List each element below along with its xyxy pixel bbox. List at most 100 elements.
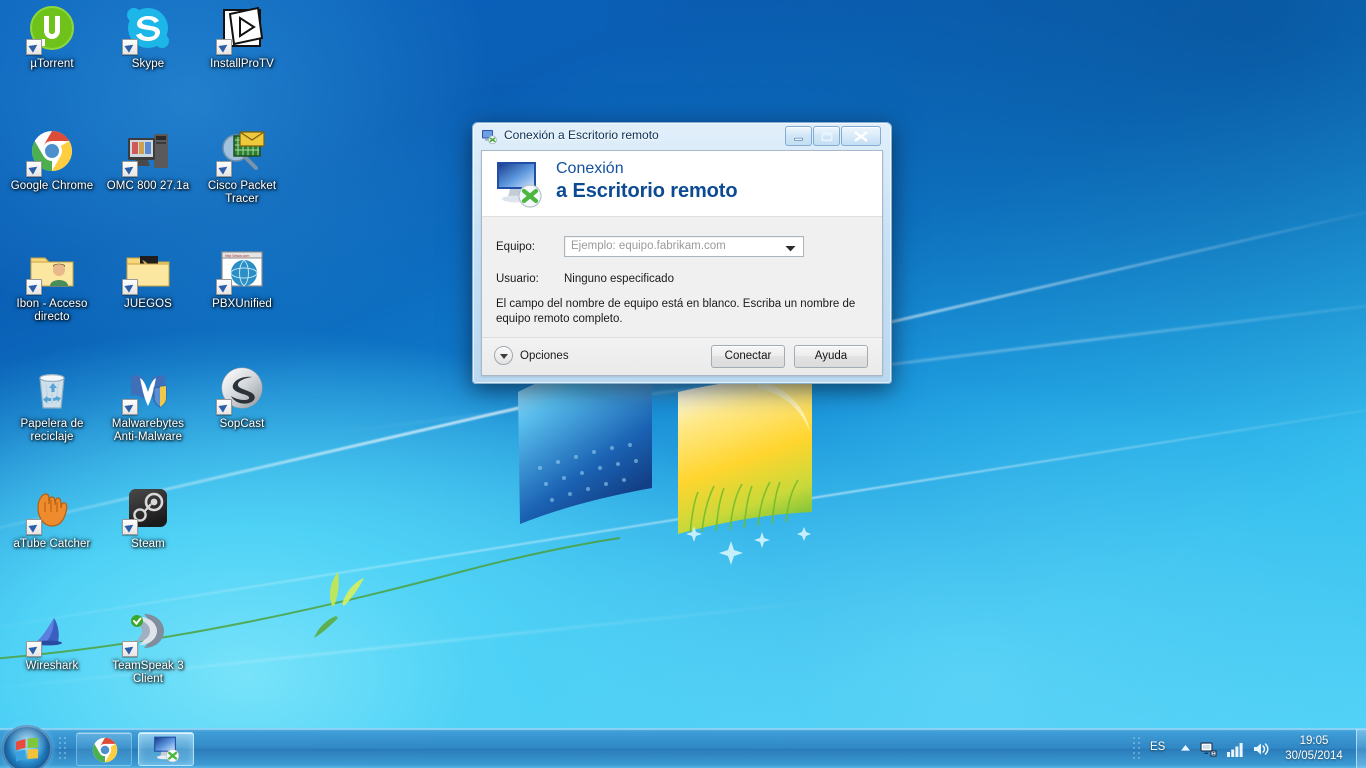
malwarebytes-icon — [122, 366, 172, 415]
close-icon — [854, 131, 868, 142]
desktop-icon-utorrent[interactable]: µTorrent — [4, 6, 100, 71]
pbxunified-icon: http://www.com — [216, 246, 266, 295]
show-desktop-button[interactable] — [1356, 729, 1366, 768]
maximize-icon — [821, 132, 833, 142]
desktop-icon-skype[interactable]: Skype — [100, 6, 196, 71]
desktop-icon-label: Google Chrome — [10, 180, 94, 192]
chrome-icon — [92, 737, 118, 763]
desktop-icon-label: PBXUnified — [212, 298, 272, 310]
connect-button[interactable]: Conectar — [711, 345, 785, 368]
language-indicator[interactable]: ES — [1150, 741, 1165, 753]
desktop-icon-installprotv[interactable]: InstallProTV — [194, 6, 290, 71]
folder-games-icon — [122, 246, 172, 295]
steam-icon — [122, 486, 172, 535]
dialog-header-line2: a Escritorio remoto — [556, 180, 738, 202]
dialog-footer: Opciones Conectar Ayuda — [482, 337, 882, 375]
remote-desktop-icon — [154, 736, 180, 763]
shortcut-overlay-icon — [26, 39, 42, 55]
taskbar-grip-handle[interactable] — [58, 736, 67, 762]
help-button[interactable]: Ayuda — [794, 345, 868, 368]
taskbar: ES 19:05 30/05/2014 — [0, 725, 1366, 768]
shortcut-overlay-icon — [122, 161, 138, 177]
tray-grip-handle[interactable] — [1132, 736, 1141, 762]
windows-logo-icon — [16, 738, 38, 762]
shortcut-overlay-icon — [122, 399, 138, 415]
desktop-icon-label: µTorrent — [30, 58, 74, 70]
desktop-icon-malwarebytes[interactable]: Malwarebytes Anti-Malware — [100, 366, 196, 444]
network-icon[interactable] — [1200, 740, 1218, 758]
chevron-down-circle-icon — [494, 346, 513, 365]
start-button[interactable] — [2, 725, 52, 768]
omc800-icon — [122, 128, 172, 177]
shortcut-overlay-icon — [26, 279, 42, 295]
desktop-icon-label: aTube Catcher — [13, 538, 91, 550]
dialog-content: Conexión a Escritorio remoto Equipo: Eje… — [481, 150, 883, 376]
desktop-icon-papelera-de-reciclaje[interactable]: Papelera de reciclaje — [4, 366, 100, 444]
desktop-icon-label: JUEGOS — [124, 298, 172, 310]
chevron-down-icon[interactable] — [785, 245, 796, 252]
desktop-icon-steam[interactable]: Steam — [100, 486, 196, 551]
minimize-icon — [794, 137, 803, 141]
chrome-icon — [26, 128, 76, 177]
close-button[interactable] — [841, 126, 881, 146]
shortcut-overlay-icon — [216, 399, 232, 415]
show-hidden-icons-icon[interactable] — [1180, 744, 1191, 752]
equipo-combobox[interactable]: Ejemplo: equipo.fabrikam.com — [564, 236, 804, 257]
volume-icon[interactable] — [1252, 740, 1270, 758]
desktop-icon-teamspeak-3-client[interactable]: TeamSpeak 3 Client — [100, 608, 196, 686]
desktop-icon-label: Wireshark — [25, 660, 79, 672]
desktop-icon-sopcast[interactable]: SopCast — [194, 366, 290, 431]
skype-icon — [122, 6, 172, 55]
shortcut-overlay-icon — [122, 519, 138, 535]
usuario-label: Usuario: — [496, 273, 539, 285]
desktop-icon-label: Papelera de reciclaje — [20, 418, 84, 443]
shortcut-overlay-icon — [122, 641, 138, 657]
desktop-icon-atube-catcher[interactable]: aTube Catcher — [4, 486, 100, 551]
recycle-bin-icon — [28, 366, 76, 414]
shortcut-overlay-icon — [26, 161, 42, 177]
shortcut-overlay-icon — [216, 279, 232, 295]
maximize-button[interactable] — [813, 126, 840, 146]
desktop-icon-omc-800[interactable]: OMC 800 27.1a — [100, 128, 196, 193]
desktop-icon-label: Ibon - Acceso directo — [16, 298, 88, 323]
cisco-packet-tracer-icon — [216, 128, 266, 177]
desktop-icon-cisco-packet-tracer[interactable]: Cisco Packet Tracer — [194, 128, 290, 206]
dialog-header-line1: Conexión — [556, 160, 624, 177]
svg-text:http://www.com: http://www.com — [225, 254, 249, 258]
usuario-value: Ninguno especificado — [564, 273, 674, 285]
remote-desktop-connection-window[interactable]: Conexión a Escritorio remoto Conexión a … — [472, 122, 892, 384]
dialog-header: Conexión a Escritorio remoto — [482, 151, 882, 217]
equipo-input[interactable]: Ejemplo: equipo.fabrikam.com — [571, 240, 779, 252]
folder-user-icon — [26, 246, 76, 295]
taskbar-button-chrome[interactable] — [76, 732, 132, 766]
remote-desktop-icon — [482, 130, 497, 144]
equipo-label: Equipo: — [496, 241, 536, 253]
system-tray: ES 19:05 30/05/2014 — [1120, 729, 1366, 768]
desktop-icon-label: OMC 800 27.1a — [106, 180, 190, 192]
sopcast-icon — [216, 366, 266, 415]
clock-time: 19:05 — [1299, 735, 1329, 747]
remote-desktop-large-icon — [497, 162, 542, 208]
options-label: Opciones — [520, 349, 569, 362]
desktop-icon-label: Skype — [131, 58, 165, 70]
desktop-icon-google-chrome[interactable]: Google Chrome — [4, 128, 100, 193]
desktop-icon-label: Steam — [131, 538, 165, 550]
dialog-hint-message: El campo del nombre de equipo está en bl… — [496, 298, 856, 325]
taskbar-button-remote-desktop[interactable] — [138, 732, 194, 766]
desktop-icon-juegos[interactable]: JUEGOS — [100, 246, 196, 311]
desktop-icon-wireshark[interactable]: Wireshark — [4, 608, 100, 673]
shortcut-overlay-icon — [122, 39, 138, 55]
clock[interactable]: 19:05 30/05/2014 — [1278, 734, 1350, 764]
desktop-icon-ibon-acceso-directo[interactable]: Ibon - Acceso directo — [4, 246, 100, 324]
options-expand-button[interactable]: Opciones — [494, 346, 569, 365]
atube-catcher-icon — [26, 486, 76, 535]
signal-bars-icon[interactable] — [1226, 740, 1244, 758]
window-title: Conexión a Escritorio remoto — [504, 128, 659, 142]
desktop-icon-label: Cisco Packet Tracer — [207, 180, 277, 205]
minimize-button[interactable] — [785, 126, 812, 146]
desktop-icon-pbxunified[interactable]: http://www.com PBXUnified — [194, 246, 290, 311]
shortcut-overlay-icon — [26, 641, 42, 657]
shortcut-overlay-icon — [26, 519, 42, 535]
wireshark-icon — [26, 608, 76, 657]
window-title-bar[interactable]: Conexión a Escritorio remoto — [472, 122, 892, 150]
